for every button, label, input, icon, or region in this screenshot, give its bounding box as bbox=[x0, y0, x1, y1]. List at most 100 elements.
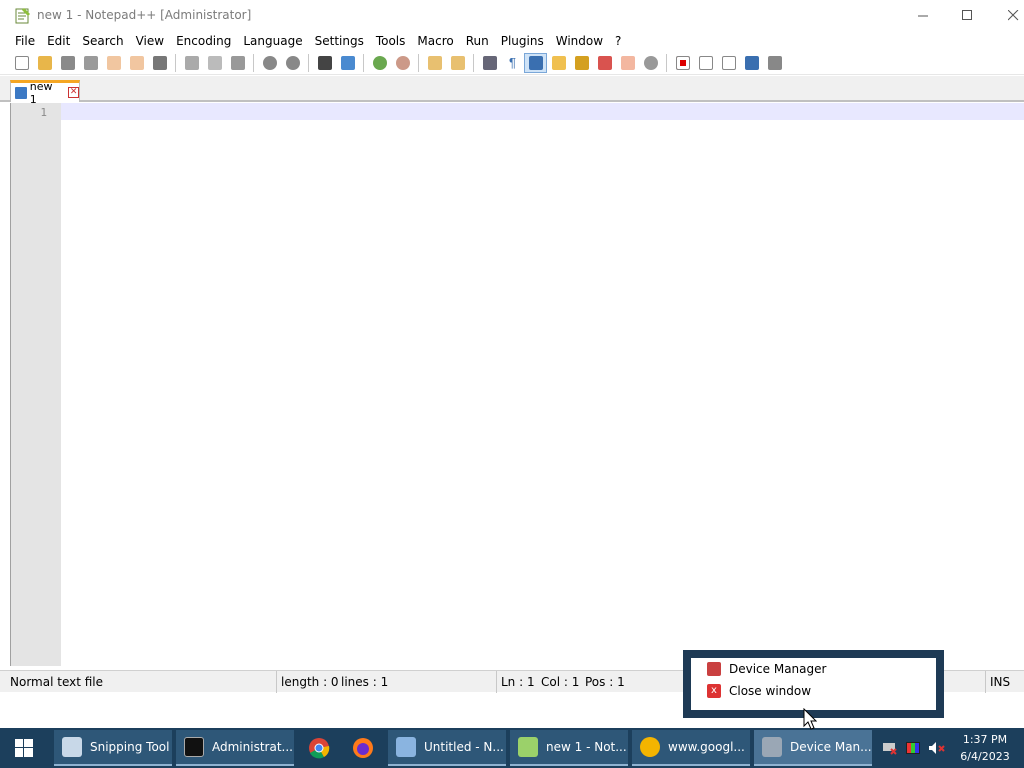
status-insert-mode: INS bbox=[985, 671, 1010, 693]
save-all-icon bbox=[83, 55, 98, 70]
folder-as-workspace-button[interactable] bbox=[616, 53, 639, 73]
tab-new-1[interactable]: new 1 ✕ bbox=[10, 80, 80, 106]
paste-button[interactable] bbox=[226, 53, 249, 73]
toolbar-separator bbox=[308, 53, 309, 72]
zoom-in-button[interactable] bbox=[368, 53, 391, 73]
close-all-button[interactable] bbox=[125, 53, 148, 73]
user-defined-language-button[interactable] bbox=[547, 53, 570, 73]
title-bar[interactable]: new 1 - Notepad++ [Administrator] bbox=[0, 0, 1024, 31]
zoom-out-icon bbox=[395, 55, 410, 70]
new-file-button[interactable] bbox=[10, 53, 33, 73]
undo-icon bbox=[262, 55, 277, 70]
jump-list-device-manager[interactable]: Device Manager bbox=[691, 658, 936, 680]
indent-guide-button[interactable] bbox=[524, 52, 547, 73]
taskbar-button-label: new 1 - Not... bbox=[546, 740, 627, 754]
show-all-chars-button[interactable]: ¶ bbox=[501, 53, 524, 73]
tray-network-icon[interactable] bbox=[878, 728, 900, 768]
start-button[interactable] bbox=[0, 728, 48, 768]
menu-encoding[interactable]: Encoding bbox=[170, 31, 237, 51]
taskbar: Snipping Tool Administrat... Untitled - … bbox=[0, 728, 1024, 768]
menu-help[interactable]: ? bbox=[609, 31, 627, 51]
close-file-icon bbox=[106, 55, 121, 70]
menu-window[interactable]: Window bbox=[550, 31, 609, 51]
new-file-icon bbox=[14, 55, 29, 70]
print-button[interactable] bbox=[148, 53, 171, 73]
taskbar-notepadpp[interactable]: new 1 - Not... bbox=[510, 730, 628, 766]
menu-settings[interactable]: Settings bbox=[309, 31, 370, 51]
save-macro-button[interactable] bbox=[763, 53, 786, 73]
close-button[interactable] bbox=[990, 0, 1024, 31]
sync-horizontal-button[interactable] bbox=[446, 53, 469, 73]
menu-run[interactable]: Run bbox=[460, 31, 495, 51]
tray-clock[interactable]: 1:37 PM 6/4/2023 bbox=[950, 731, 1020, 765]
redo-button[interactable] bbox=[281, 53, 304, 73]
record-macro-button[interactable] bbox=[671, 53, 694, 73]
tray-volume-icon[interactable] bbox=[926, 728, 948, 768]
tray-display-icon[interactable] bbox=[902, 728, 924, 768]
cut-button[interactable] bbox=[180, 53, 203, 73]
save-macro-icon bbox=[767, 55, 782, 70]
monitoring-button[interactable] bbox=[639, 53, 662, 73]
doc-map-button[interactable] bbox=[570, 53, 593, 73]
editor-area[interactable]: 1 bbox=[10, 103, 1024, 666]
menu-search[interactable]: Search bbox=[76, 31, 129, 51]
undo-button[interactable] bbox=[258, 53, 281, 73]
zoom-out-button[interactable] bbox=[391, 53, 414, 73]
menu-macro[interactable]: Macro bbox=[411, 31, 459, 51]
taskbar-chrome-window[interactable]: www.googl... bbox=[632, 730, 750, 766]
menu-plugins[interactable]: Plugins bbox=[495, 31, 550, 51]
sync-vertical-button[interactable] bbox=[423, 53, 446, 73]
line-number: 1 bbox=[40, 106, 47, 119]
close-file-button[interactable] bbox=[102, 53, 125, 73]
taskbar-button-label: www.googl... bbox=[668, 740, 745, 754]
cmd-icon bbox=[184, 737, 204, 757]
toolbar-separator bbox=[666, 53, 667, 72]
save-icon bbox=[60, 55, 75, 70]
menu-tools[interactable]: Tools bbox=[370, 31, 412, 51]
mouse-cursor-icon bbox=[803, 708, 817, 730]
snipping-tool-icon bbox=[62, 737, 82, 757]
play-macro-button[interactable] bbox=[717, 53, 740, 73]
tab-close-icon[interactable]: ✕ bbox=[68, 87, 80, 98]
copy-button[interactable] bbox=[203, 53, 226, 73]
maximize-button[interactable] bbox=[944, 0, 990, 31]
menu-file[interactable]: File bbox=[9, 31, 41, 51]
notepad-icon bbox=[396, 737, 416, 757]
word-wrap-button[interactable] bbox=[478, 53, 501, 73]
save-button[interactable] bbox=[56, 53, 79, 73]
function-list-icon bbox=[597, 55, 612, 70]
jump-list-close-window[interactable]: x Close window bbox=[691, 680, 936, 702]
menu-edit[interactable]: Edit bbox=[41, 31, 76, 51]
find-button[interactable] bbox=[313, 53, 336, 73]
network-icon bbox=[883, 743, 897, 755]
save-all-button[interactable] bbox=[79, 53, 102, 73]
jump-list-label: Close window bbox=[729, 684, 812, 698]
toolbar-separator bbox=[473, 53, 474, 72]
maximize-icon bbox=[961, 10, 972, 20]
saved-state-icon bbox=[15, 86, 27, 99]
minimize-button[interactable] bbox=[900, 0, 946, 31]
udl-icon bbox=[551, 55, 566, 70]
menu-view[interactable]: View bbox=[130, 31, 170, 51]
taskbar-device-manager[interactable]: Device Man... bbox=[754, 730, 872, 766]
replace-button[interactable] bbox=[336, 53, 359, 73]
monitoring-icon bbox=[643, 55, 658, 70]
taskbar-cmd[interactable]: Administrat... bbox=[176, 730, 294, 766]
fast-forward-icon bbox=[744, 55, 759, 70]
open-folder-icon bbox=[37, 55, 52, 70]
menu-language[interactable]: Language bbox=[237, 31, 308, 51]
taskbar-snipping-tool[interactable]: Snipping Tool bbox=[54, 730, 172, 766]
status-ln: Ln : 1 bbox=[496, 671, 535, 693]
pilcrow-icon: ¶ bbox=[509, 55, 516, 70]
taskbar-notepad[interactable]: Untitled - N... bbox=[388, 730, 506, 766]
volume-muted-icon bbox=[929, 742, 945, 754]
line-number-gutter: 1 bbox=[11, 103, 61, 666]
function-list-button[interactable] bbox=[593, 53, 616, 73]
menu-bar: File Edit Search View Encoding Language … bbox=[0, 31, 1024, 51]
stop-macro-button[interactable] bbox=[694, 53, 717, 73]
taskbar-pinned-firefox[interactable] bbox=[343, 730, 383, 766]
taskbar-pinned-chrome[interactable] bbox=[299, 730, 339, 766]
open-file-button[interactable] bbox=[33, 53, 56, 73]
run-macro-multiple-button[interactable] bbox=[740, 53, 763, 73]
toolbar: ¶ bbox=[0, 51, 1024, 75]
